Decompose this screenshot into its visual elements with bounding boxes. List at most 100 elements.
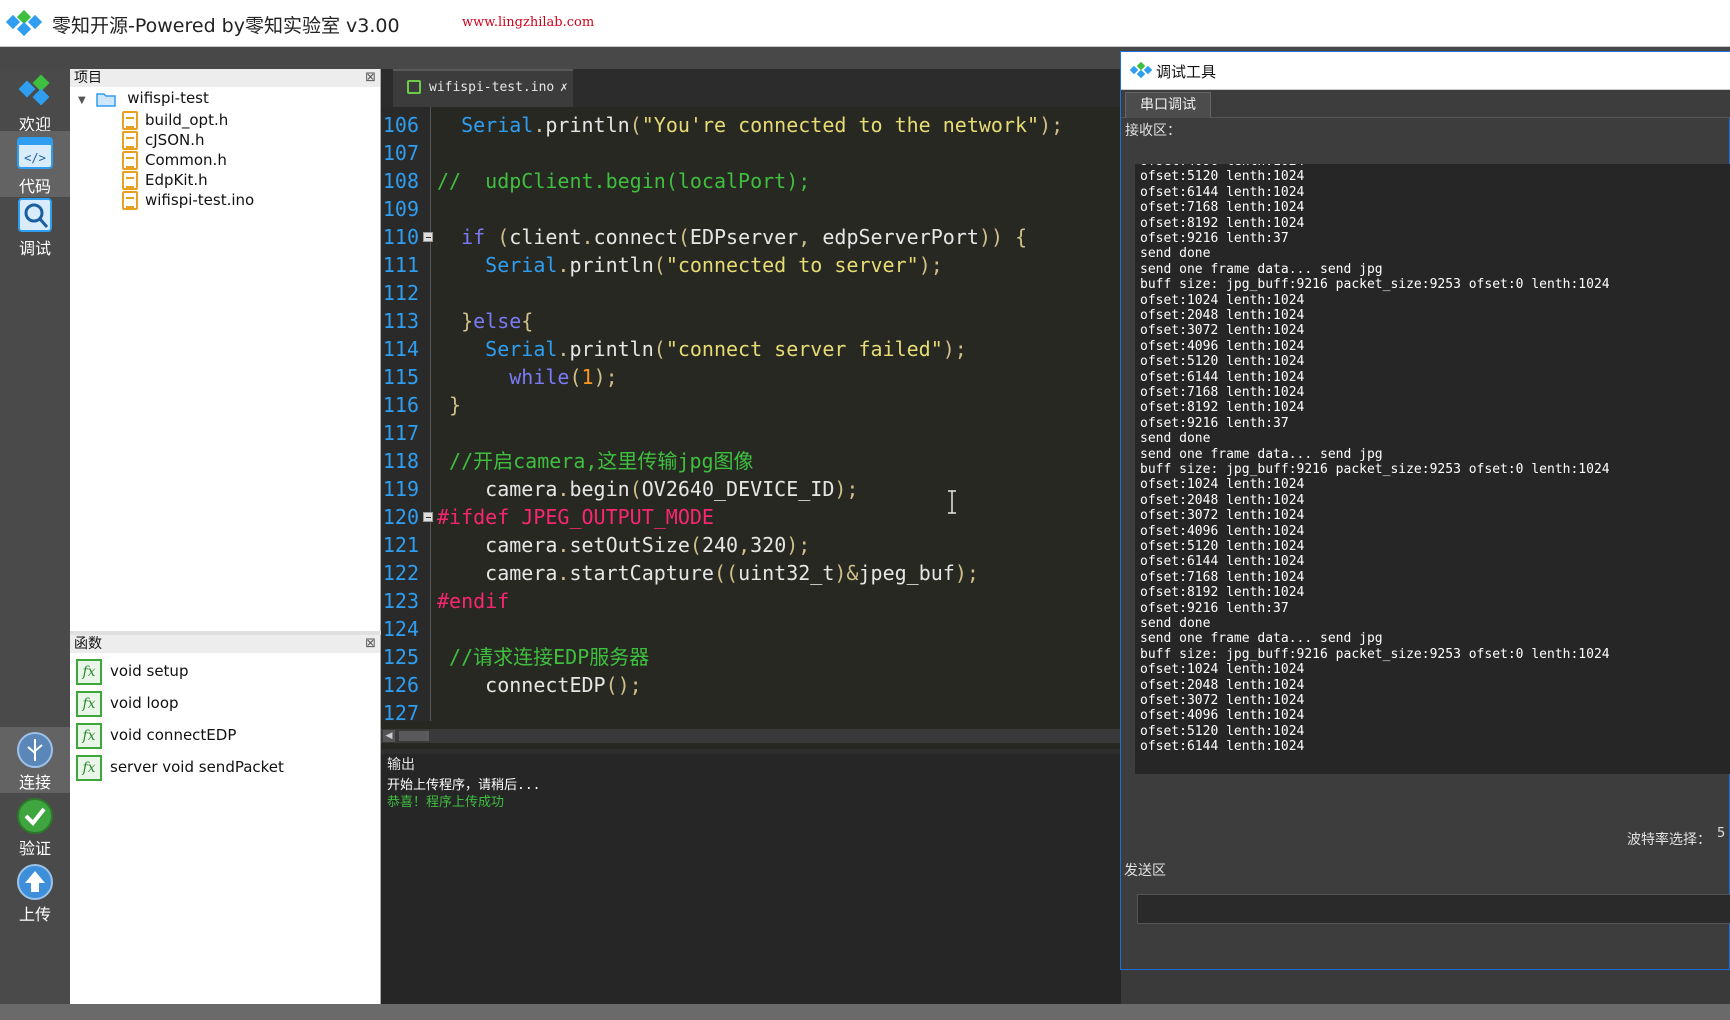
nav-label: 上传 bbox=[18, 905, 51, 924]
line-number: 110 bbox=[382, 225, 419, 249]
website-url[interactable]: www.lingzhilab.com bbox=[462, 15, 594, 30]
code-token: } bbox=[437, 393, 462, 417]
code-token: camera bbox=[485, 533, 558, 557]
status-bar bbox=[0, 1004, 1730, 1020]
code-token: (); bbox=[605, 673, 642, 697]
tab-wifispi-test-ino[interactable]: wifispi-test.ino ✗ bbox=[393, 69, 573, 107]
function-item[interactable]: fx void setup bbox=[76, 657, 188, 685]
editor-tab-bar: wifispi-test.ino ✗ bbox=[381, 69, 1121, 107]
code-token: camera bbox=[485, 561, 558, 585]
tree-file-item[interactable]: wifispi-test.ino bbox=[122, 191, 254, 213]
close-icon[interactable]: ⊠ bbox=[365, 635, 376, 653]
function-icon: fx bbox=[76, 658, 102, 685]
code-token: println bbox=[545, 113, 630, 137]
function-item[interactable]: fx void loop bbox=[76, 689, 179, 717]
code-line: camera.setOutSize(240,320); bbox=[437, 531, 810, 559]
function-icon: fx bbox=[76, 754, 102, 781]
code-area[interactable]: Serial.println("You're connected to the … bbox=[437, 107, 1121, 721]
code-token: ); bbox=[834, 477, 859, 501]
collapse-arrow-icon[interactable]: ▼ bbox=[78, 95, 86, 106]
nav-debug-button[interactable]: 调试 bbox=[0, 193, 70, 259]
line-number: 107 bbox=[382, 141, 419, 165]
save-icon bbox=[407, 80, 421, 94]
debug-tabs: 串口调试 bbox=[1121, 90, 1730, 118]
send-input[interactable] bbox=[1137, 894, 1730, 924]
text-cursor-icon bbox=[948, 490, 956, 514]
baud-rate-select[interactable]: 5 bbox=[1717, 826, 1730, 846]
title-bar: 零知开源-Powered by零知实验室 v3.00 www.lingzhila… bbox=[0, 0, 1730, 47]
line-number: 121 bbox=[382, 533, 419, 557]
line-number-gutter: 106 107 108 109 110 111 112 113 114 115 116 117 118 1… bbox=[381, 107, 433, 725]
debug-window-titlebar[interactable]: 调试工具 bbox=[1121, 52, 1730, 90]
scroll-left-icon[interactable]: ◀ bbox=[383, 730, 395, 742]
function-item[interactable]: fx server void sendPacket bbox=[76, 753, 284, 781]
horizontal-scrollbar[interactable]: ◀ bbox=[381, 729, 1121, 743]
close-icon[interactable]: ⊠ bbox=[365, 69, 376, 87]
code-icon: </> bbox=[17, 137, 53, 169]
file-icon bbox=[122, 171, 138, 190]
code-line: Serial.println("connect server failed"); bbox=[437, 335, 967, 363]
debug-icon bbox=[18, 198, 52, 232]
receive-area[interactable]: ofset:4096 lenth:1024ofset:5120 lenth:10… bbox=[1135, 164, 1730, 774]
tree-file-item[interactable]: build_opt.h bbox=[122, 111, 228, 133]
code-token: 1 bbox=[581, 365, 594, 389]
send-label: 发送区 bbox=[1124, 863, 1166, 879]
code-token: Serial bbox=[461, 113, 534, 137]
nav-upload-button[interactable]: 上传 bbox=[0, 859, 70, 925]
file-label: Common.h bbox=[145, 151, 227, 169]
code-token: , bbox=[798, 225, 823, 249]
code-token: uint32_t bbox=[738, 561, 835, 585]
tree-file-item[interactable]: EdpKit.h bbox=[122, 171, 208, 193]
file-icon bbox=[122, 111, 138, 130]
code-token: jpeg_buf bbox=[858, 561, 955, 585]
line-number: 115 bbox=[382, 365, 419, 389]
app-title: 零知开源-Powered by零知实验室 v3.00 bbox=[52, 15, 400, 37]
line-number: 120 bbox=[382, 505, 419, 529]
code-token: startCapture bbox=[569, 561, 714, 585]
code-token: setOutSize bbox=[569, 533, 690, 557]
code-token: 320 bbox=[750, 533, 787, 557]
project-panel: 项目 ⊠ ▼ wifispi-test build_opt.h cJSON.h … bbox=[70, 69, 381, 631]
tree-root[interactable]: ▼ wifispi-test bbox=[78, 89, 209, 111]
line-number: 111 bbox=[382, 253, 419, 277]
line-number: 118 bbox=[382, 449, 419, 473]
nav-code-button[interactable]: </> 代码 bbox=[0, 131, 70, 197]
tab-serial-debug[interactable]: 串口调试 bbox=[1125, 92, 1211, 118]
code-line: // udpClient.begin(localPort); bbox=[437, 167, 810, 195]
file-label: build_opt.h bbox=[145, 111, 229, 129]
line-number: 114 bbox=[382, 337, 419, 361]
nav-verify-button[interactable]: 验证 bbox=[0, 793, 70, 859]
fold-toggle-icon[interactable] bbox=[423, 232, 433, 242]
scrollbar-thumb[interactable] bbox=[399, 731, 429, 741]
code-line: //开启camera,这里传输jpg图像 bbox=[437, 447, 754, 475]
tree-file-item[interactable]: cJSON.h bbox=[122, 131, 205, 153]
output-line: 恭喜！程序上传成功 bbox=[387, 795, 505, 810]
code-token: . bbox=[557, 561, 570, 585]
code-token: } bbox=[437, 309, 474, 333]
debug-tool-window: 调试工具 串口调试 接收区： ofset:4096 lenth:1024ofse… bbox=[1120, 51, 1730, 970]
tree-file-item[interactable]: Common.h bbox=[122, 151, 227, 173]
code-token: ( bbox=[653, 253, 666, 277]
code-token: ( bbox=[689, 533, 702, 557]
code-token: OV2640_DEVICE_ID bbox=[641, 477, 835, 501]
code-token: ); bbox=[1039, 113, 1064, 137]
code-token: #ifdef JPEG_OUTPUT_MODE bbox=[437, 505, 714, 529]
nav-welcome-button[interactable]: 欢迎 bbox=[0, 69, 70, 135]
fold-toggle-icon[interactable] bbox=[423, 512, 433, 522]
nav-connect-button[interactable]: 连接 bbox=[0, 727, 70, 793]
svg-text:</>: </> bbox=[24, 151, 46, 165]
code-token: //开启camera,这里传输jpg图像 bbox=[437, 449, 754, 473]
code-token: edpServerPort bbox=[822, 225, 979, 249]
code-token: //请求连接EDP服务器 bbox=[437, 645, 650, 669]
code-token: ( bbox=[569, 365, 582, 389]
pin-icon[interactable]: ✗ bbox=[560, 71, 568, 105]
usb-icon bbox=[17, 732, 53, 768]
code-token: ( bbox=[629, 477, 642, 501]
line-number: 106 bbox=[382, 113, 419, 137]
function-item[interactable]: fx void connectEDP bbox=[76, 721, 236, 749]
code-line: } bbox=[437, 391, 461, 419]
recv-label: 接收区： bbox=[1125, 123, 1181, 139]
file-icon bbox=[122, 191, 138, 210]
